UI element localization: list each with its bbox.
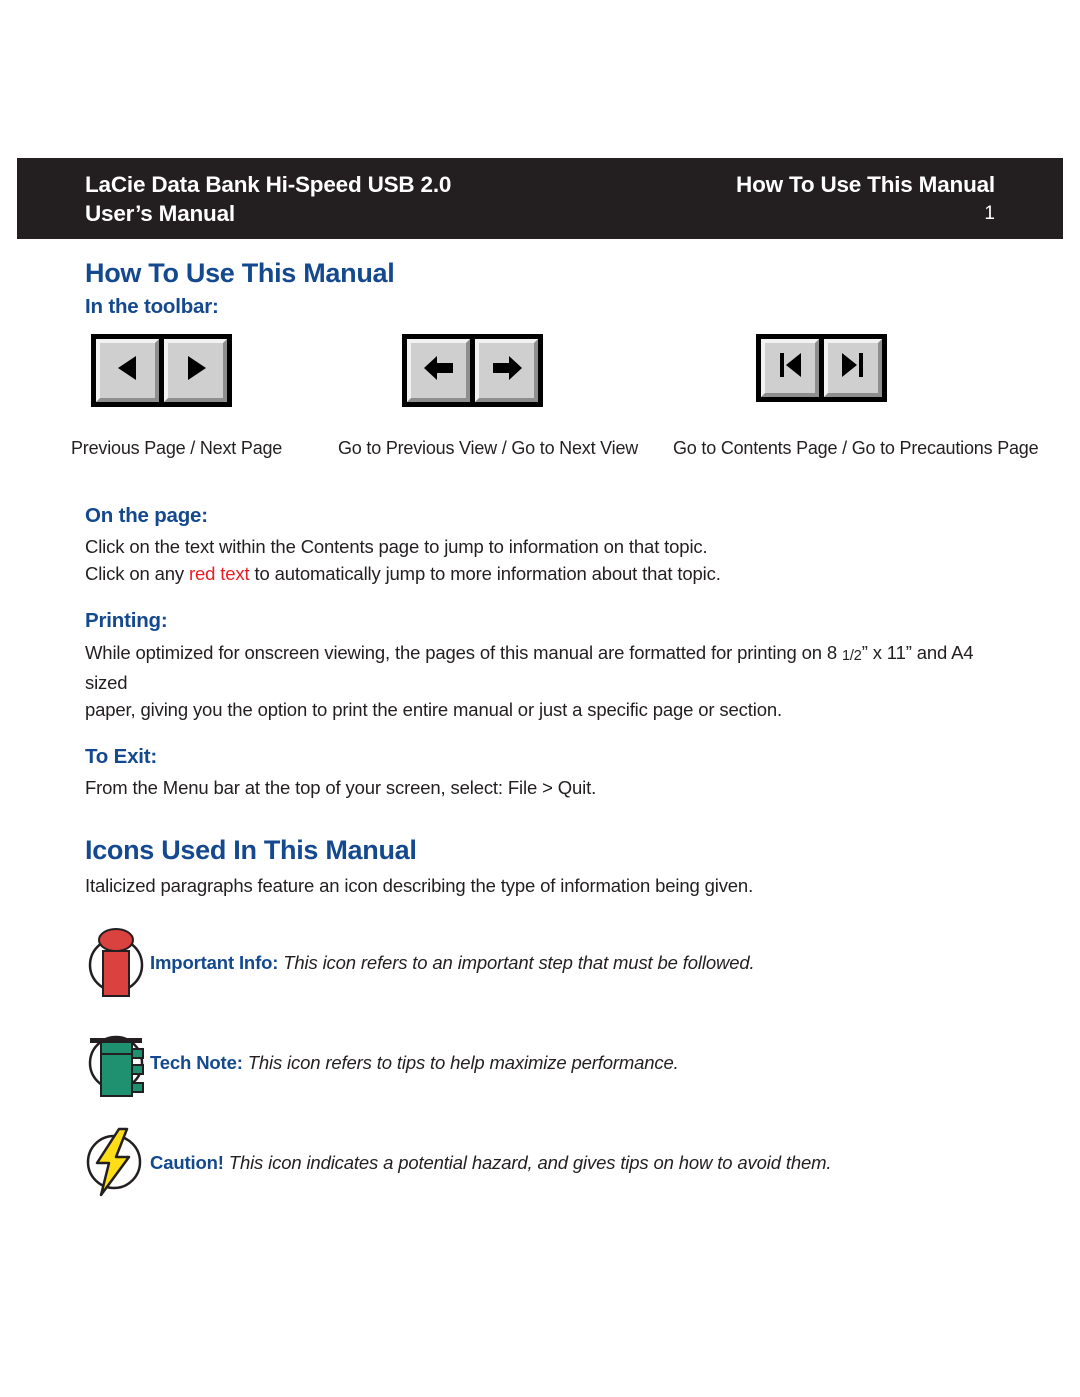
header-title-line-1: LaCie Data Bank Hi-Speed USB 2.0 — [85, 172, 452, 197]
on-the-page-line-2-prefix: Click on any — [85, 563, 189, 585]
header-chapter-title: How To Use This Manual — [736, 172, 995, 197]
header-title-line-2: User’s Manual — [85, 201, 235, 226]
page-content: How To Use This Manual In the toolbar: P… — [71, 258, 1039, 1199]
button-group-document-ends — [756, 333, 887, 402]
note-lead-important-info: Important Info: — [150, 952, 279, 974]
note-text-tech-note: Tech Note: This icon refers to tips to h… — [150, 1025, 1020, 1076]
button-group-view-nav — [402, 333, 543, 407]
printing-line-1-prefix: While optimized for onscreen viewing, th… — [85, 641, 842, 663]
caption-view-nav: Go to Previous View / Go to Next View — [338, 437, 639, 458]
icons-section-intro: Italicized paragraphs feature an icon de… — [85, 875, 754, 897]
note-row-tech-note: Tech Note: This icon refers to tips to h… — [85, 1025, 1020, 1099]
caption-document-ends: Go to Contents Page / Go to Precautions … — [673, 437, 1039, 458]
printing-line-1: While optimized for onscreen viewing, th… — [85, 639, 1020, 696]
icons-section-title: Icons Used In This Manual — [85, 835, 417, 866]
previous-page-button[interactable] — [96, 338, 159, 402]
go-to-contents-page-button[interactable] — [761, 338, 819, 397]
on-the-page-line-1: Click on the text within the Contents pa… — [85, 536, 708, 558]
go-to-next-view-button[interactable] — [475, 338, 538, 402]
skip-to-end-icon — [838, 350, 868, 385]
subheading-on-the-page: On the page: — [85, 503, 208, 527]
go-to-previous-view-button[interactable] — [407, 338, 470, 402]
on-the-page-line-2-suffix: to automatically jump to more informatio… — [249, 563, 721, 585]
note-body-caution: This icon indicates a potential hazard, … — [223, 1152, 832, 1174]
triangle-left-icon — [113, 353, 143, 388]
header-page-number: 1 — [984, 203, 995, 224]
subheading-to-exit: To Exit: — [85, 744, 158, 768]
subheading-printing: Printing: — [85, 609, 168, 633]
skip-to-start-icon — [775, 350, 805, 385]
page-header-bar: LaCie Data Bank Hi-Speed USB 2.0 User’s … — [17, 158, 1063, 239]
printing-line-2: paper, giving you the option to print th… — [85, 698, 782, 720]
note-lead-tech-note: Tech Note: — [150, 1052, 243, 1074]
triangle-right-icon — [181, 353, 211, 388]
page-title: How To Use This Manual — [85, 258, 395, 288]
red-text-link[interactable]: red text — [189, 563, 250, 584]
note-row-important-info: Important Info: This icon refers to an i… — [85, 925, 1020, 999]
important-info-icon — [83, 925, 149, 999]
toolbar-button-illustrations — [85, 333, 1020, 434]
on-the-page-line-2: Click on any red text to automatically j… — [85, 560, 1020, 587]
note-text-important-info: Important Info: This icon refers to an i… — [150, 925, 1020, 976]
arrow-left-icon — [422, 353, 456, 388]
note-text-caution: Caution! This icon indicates a potential… — [150, 1125, 1020, 1176]
toolbar-caption-row: Previous Page / Next Page Go to Previous… — [71, 436, 1039, 470]
note-body-tech-note: This icon refers to tips to help maximiz… — [242, 1052, 679, 1074]
subheading-in-the-toolbar: In the toolbar: — [85, 295, 219, 319]
printing-fraction: 1/2 — [842, 647, 862, 664]
caution-icon — [83, 1125, 149, 1199]
note-body-important-info: This icon refers to an important step th… — [278, 952, 755, 974]
next-page-button[interactable] — [164, 338, 227, 402]
note-row-caution: Caution! This icon indicates a potential… — [85, 1125, 1020, 1199]
note-lead-caution: Caution! — [150, 1152, 224, 1174]
caption-page-nav: Previous Page / Next Page — [71, 437, 283, 458]
to-exit-line-1: From the Menu bar at the top of your scr… — [85, 777, 597, 799]
tech-note-icon — [83, 1025, 149, 1099]
header-document-title: LaCie Data Bank Hi-Speed USB 2.0 User’s … — [85, 170, 451, 228]
go-to-precautions-page-button[interactable] — [824, 338, 882, 397]
button-group-page-nav — [91, 333, 232, 407]
arrow-right-icon — [490, 353, 524, 388]
